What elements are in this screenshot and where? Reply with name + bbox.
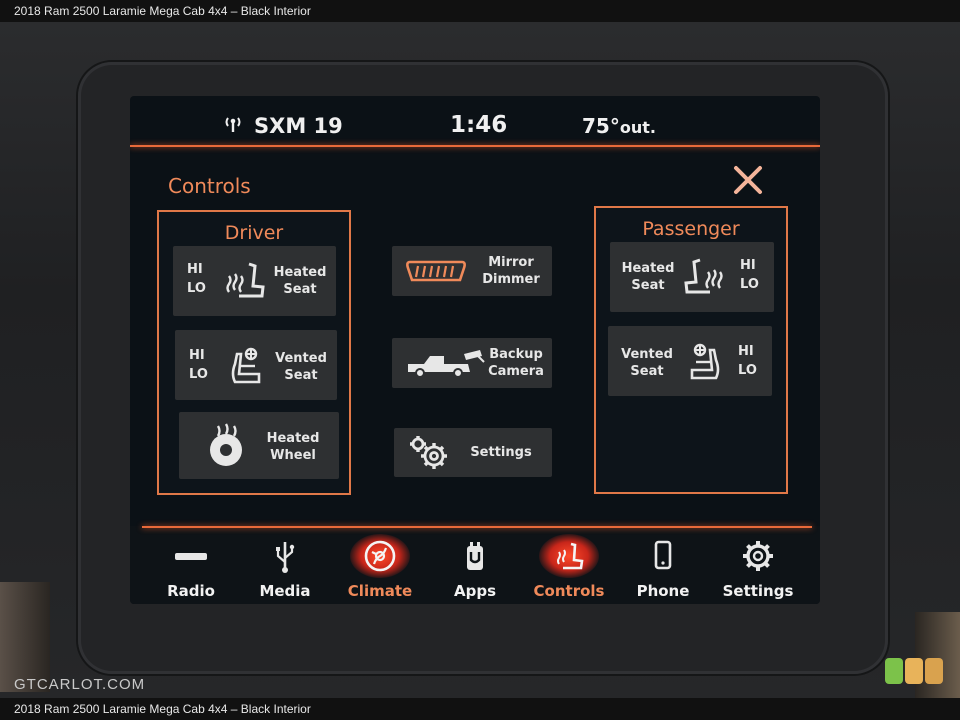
site-watermark: GTCARLOT.COM [14,676,146,693]
phone-icon [654,540,672,570]
heat-level-indicator: HI LO [187,262,206,296]
heated-seat-label: Heated Seat [273,265,327,297]
clock: 1:46 [450,112,508,138]
temp-value: 75° [582,114,620,138]
close-icon[interactable] [730,162,766,198]
controls-settings-button[interactable]: Settings [394,428,552,477]
page-title: Controls [168,174,251,198]
passenger-heated-seat-button[interactable]: Heated Seat HI LO [610,242,774,312]
nav-divider [142,526,812,528]
vented-seat-label: Vented Seat [621,347,673,379]
vented-seat-icon [690,343,720,380]
heated-seat-icon [684,258,723,294]
nav-label: Apps [453,582,496,600]
status-divider [130,145,820,147]
nav-apps[interactable]: Apps [430,530,520,602]
mirror-dimmer-label: Mirror Dimmer [482,255,540,287]
nav-climate[interactable]: Climate [335,530,425,602]
climate-icon [364,540,396,572]
audio-source[interactable]: SXM 19 [254,114,343,138]
vent-level-indicator: HI LO [189,348,208,382]
driver-panel: Driver HI LO Heated Seat HI LO Vented Seat [157,210,351,495]
usb-icon [276,542,295,573]
vented-seat-label: Vented Seat [275,351,327,383]
nav-label: Media [259,582,311,600]
nav-label: Settings [722,582,794,600]
heat-level-indicator: HI LO [740,258,759,292]
truck-camera-icon [408,350,485,378]
driver-title: Driver [224,222,284,244]
passenger-panel: Passenger Heated Seat HI LO Vented Seat HI L… [594,206,788,494]
status-bar: SXM 19 1:46 75°out. [130,96,820,147]
passenger-vented-seat-button[interactable]: Vented Seat HI LO [608,326,772,396]
bottom-nav: Radio Media Climate Apps Controls Phone … [130,526,820,604]
passenger-title: Passenger [642,218,740,240]
nav-label: Controls [533,582,605,600]
backup-camera-button[interactable]: Backup Camera [392,338,552,388]
heated-wheel-label: Heated Wheel [266,431,320,463]
driver-heated-seat-button[interactable]: HI LO Heated Seat [173,246,336,316]
controls-icon [557,542,584,570]
nav-controls[interactable]: Controls [524,530,614,602]
apps-icon [467,542,483,570]
indicator-lights-icon [885,658,943,684]
heated-wheel-button[interactable]: Heated Wheel [179,412,339,479]
nav-label: Phone [636,582,690,600]
mirror-dimmer-button[interactable]: Mirror Dimmer [392,246,552,296]
outside-temperature: 75°out. [582,114,656,138]
nav-label: Radio [167,582,215,600]
heated-seat-icon [226,262,265,298]
heated-seat-label: Heated Seat [621,261,675,293]
nav-phone[interactable]: Phone [618,530,708,602]
settings-label: Settings [470,445,532,460]
gears-icon [410,436,447,469]
nav-radio[interactable]: Radio [146,530,236,602]
backup-camera-label: Backup Camera [488,347,544,379]
caption-bottom: 2018 Ram 2500 Laramie Mega Cab 4x4 – Bla… [0,698,960,720]
heated-steering-wheel-icon [210,423,242,466]
nav-media[interactable]: Media [240,530,330,602]
caption-top: 2018 Ram 2500 Laramie Mega Cab 4x4 – Bla… [0,0,960,22]
vent-level-indicator: HI LO [738,344,757,378]
gear-icon [743,541,773,571]
nav-settings[interactable]: Settings [713,530,803,602]
nav-label: Climate [347,582,413,600]
driver-vented-seat-button[interactable]: HI LO Vented Seat [175,330,337,400]
mirror-icon [406,260,466,282]
temp-unit: out. [619,118,656,137]
radio-icon [175,553,207,560]
satellite-signal-icon [225,117,241,132]
infotainment-screen: SXM 19 1:46 75°out. Controls Driver HI LO… [130,96,820,604]
vented-seat-icon [231,347,261,384]
